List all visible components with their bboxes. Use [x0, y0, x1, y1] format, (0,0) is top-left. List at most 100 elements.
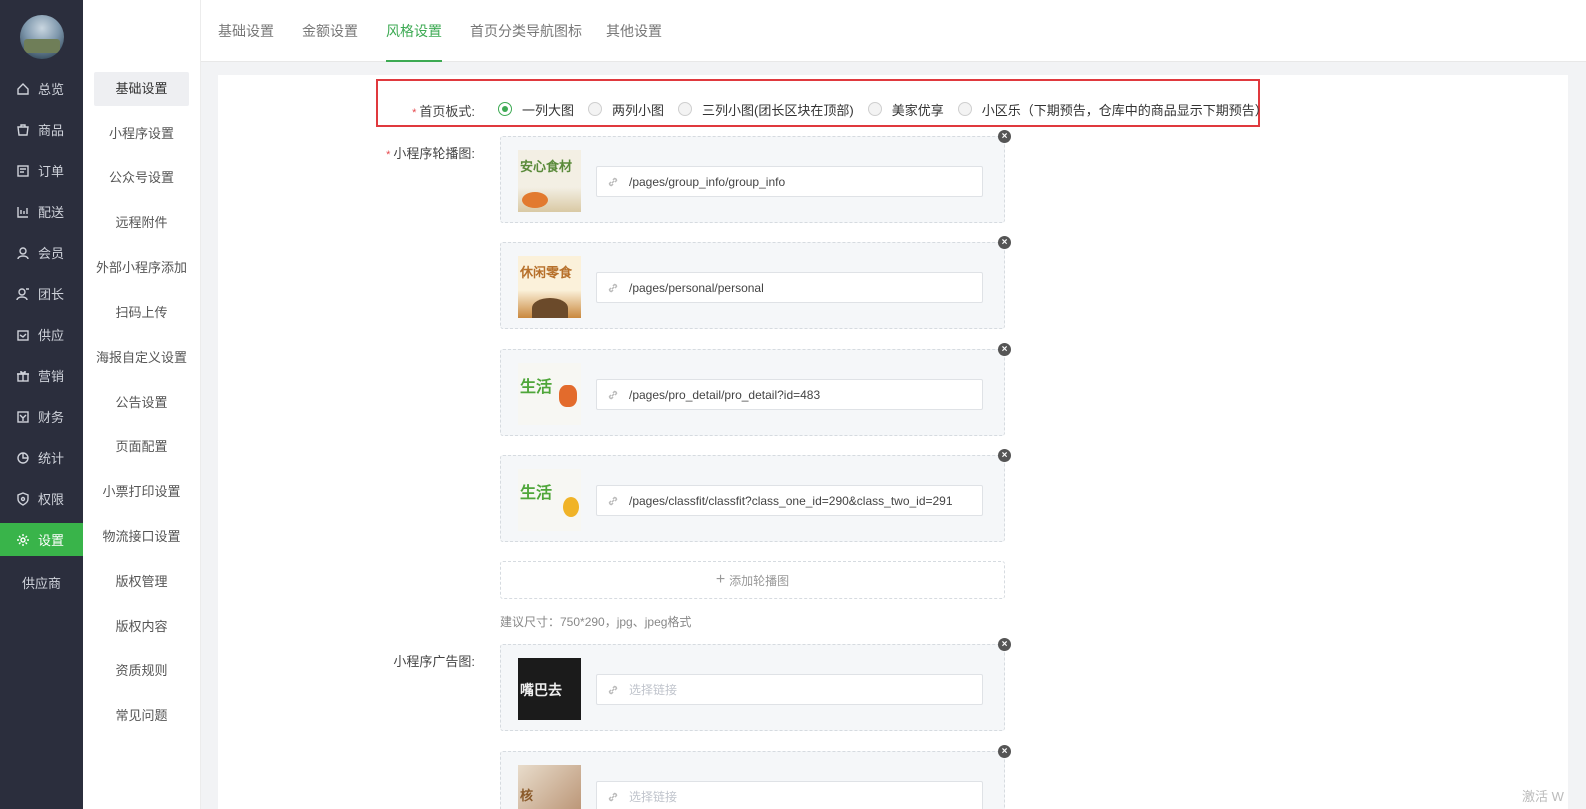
layout-label-text: 首页板式: — [419, 104, 475, 119]
remove-ad-button[interactable]: × — [998, 638, 1011, 651]
nav-item-supplier[interactable]: 供应商 — [0, 573, 83, 592]
link-input[interactable]: /pages/classfit/classfit?class_one_id=29… — [596, 485, 983, 516]
subnav-item-page-config[interactable]: 页面配置 — [94, 430, 189, 464]
subnav-item-official-account[interactable]: 公众号设置 — [94, 161, 189, 195]
subnav-item-external-miniprogram[interactable]: 外部小程序添加 — [94, 251, 189, 285]
remove-slide-button[interactable]: × — [998, 236, 1011, 249]
subnav-item-faq[interactable]: 常见问题 — [94, 699, 189, 733]
link-icon — [608, 496, 618, 505]
snack-illustration — [532, 298, 568, 318]
carousel-slide: 生活 /pages/classfit/classfit?class_one_id… — [500, 449, 1011, 542]
link-icon — [608, 685, 618, 694]
slide-thumbnail[interactable]: 生活 — [518, 363, 581, 425]
nav-label: 团长 — [38, 287, 65, 302]
nav-item-delivery[interactable]: 配送 — [0, 195, 83, 228]
nav-label: 财务 — [38, 410, 65, 425]
ad-thumbnail[interactable]: 核 — [518, 765, 581, 809]
radio-layout-double-small[interactable]: 两列小图 — [588, 100, 664, 119]
slide-thumbnail[interactable]: 休闲零食 — [518, 256, 581, 318]
nav-item-overview[interactable]: 总览 — [0, 72, 83, 105]
nav-item-supply[interactable]: 供应 — [0, 318, 83, 351]
stats-icon — [17, 451, 29, 464]
link-input[interactable]: /pages/personal/personal — [596, 272, 983, 303]
radio-layout-meijia[interactable]: 美家优享 — [867, 100, 944, 119]
link-placeholder: 选择链接 — [629, 790, 678, 804]
nav-item-stats[interactable]: 统计 — [0, 441, 83, 474]
required-mark: * — [386, 149, 391, 161]
nav-item-finance[interactable]: 财务 — [0, 400, 83, 433]
remove-slide-button[interactable]: × — [998, 449, 1011, 462]
subnav-item-scan-upload[interactable]: 扫码上传 — [94, 296, 189, 330]
nav-label: 会员 — [38, 246, 65, 261]
size-hint: 建议尺寸：750*290，jpg、jpeg格式 — [500, 615, 692, 629]
layout-radio-group: 一列大图 两列小图 三列小图(团长区块在顶部) 美家优享 小区乐（下期预告，仓库… — [498, 94, 1282, 124]
thumb-text: 休闲零食 — [520, 265, 573, 280]
gear-icon — [17, 533, 29, 546]
radio-layout-single-large[interactable]: 一列大图 — [498, 100, 574, 119]
subnav-item-copyright[interactable]: 版权管理 — [94, 565, 189, 599]
tab-other[interactable]: 其他设置 — [606, 0, 662, 62]
link-icon — [608, 283, 618, 292]
nav-item-marketing[interactable]: 营销 — [0, 359, 83, 392]
subnav-item-copyright-content[interactable]: 版权内容 — [94, 610, 189, 644]
link-input[interactable]: 选择链接 — [596, 781, 983, 809]
nav-item-leaders[interactable]: 团长 — [0, 277, 83, 310]
thumb-text: 生活 — [520, 485, 553, 502]
radio-label: 两列小图 — [612, 102, 665, 118]
slide-thumbnail[interactable]: 生活 — [518, 469, 581, 531]
subnav-item-qualification[interactable]: 资质规则 — [94, 654, 189, 688]
subnav-item-notice[interactable]: 公告设置 — [94, 386, 189, 420]
ad-label: 小程序广告图: — [393, 654, 475, 669]
tab-style[interactable]: 风格设置 — [386, 0, 442, 62]
nav-item-permissions[interactable]: 权限 — [0, 482, 83, 515]
settings-subnav: 基础设置 小程序设置 公众号设置 远程附件 外部小程序添加 扫码上传 海报自定义… — [83, 0, 201, 809]
required-mark: * — [412, 107, 417, 119]
nav-item-goods[interactable]: 商品 — [0, 113, 83, 146]
activation-watermark: 激活 W — [1522, 789, 1564, 804]
home-icon — [17, 82, 29, 95]
tab-amount[interactable]: 金额设置 — [302, 0, 358, 62]
nav-item-orders[interactable]: 订单 — [0, 154, 83, 187]
subnav-item-remote-attachment[interactable]: 远程附件 — [94, 206, 189, 240]
finance-icon — [17, 410, 29, 423]
tab-basic[interactable]: 基础设置 — [218, 0, 274, 62]
subnav-item-basic[interactable]: 基础设置 — [94, 72, 189, 106]
nav-label: 商品 — [38, 123, 65, 138]
subnav-item-receipt-print[interactable]: 小票打印设置 — [94, 475, 189, 509]
radio-unchecked-icon — [957, 102, 972, 116]
link-input[interactable]: /pages/group_info/group_info — [596, 166, 983, 197]
nav-label: 设置 — [38, 533, 65, 548]
radio-layout-xiaoqule[interactable]: 小区乐（下期预告，仓库中的商品显示下期预告） — [957, 100, 1268, 119]
nav-item-members[interactable]: 会员 — [0, 236, 83, 269]
avatar-logo[interactable] — [20, 15, 64, 59]
link-icon — [608, 390, 618, 399]
link-placeholder: 选择链接 — [629, 683, 678, 697]
tab-category-nav-icons[interactable]: 首页分类导航图标 — [470, 0, 582, 62]
subnav-item-poster[interactable]: 海报自定义设置 — [94, 341, 189, 375]
link-input[interactable]: 选择链接 — [596, 674, 983, 705]
radio-layout-triple-small[interactable]: 三列小图(团长区块在顶部) — [678, 100, 854, 119]
settings-tabs: 基础设置 金额设置 风格设置 首页分类导航图标 其他设置 — [201, 0, 1586, 62]
carousel-slide: 休闲零食 /pages/personal/personal × — [500, 236, 1011, 329]
add-carousel-button[interactable]: + 添加轮播图 — [500, 561, 1005, 599]
link-input[interactable]: /pages/pro_detail/pro_detail?id=483 — [596, 379, 983, 410]
supply-icon — [17, 329, 29, 341]
nav-label: 供应 — [38, 328, 65, 343]
nav-label: 配送 — [38, 205, 65, 220]
ad-slide: 嘴巴去 选择链接 × — [500, 638, 1011, 731]
subnav-item-miniprogram[interactable]: 小程序设置 — [94, 117, 189, 151]
vegetable-illustration — [559, 385, 577, 407]
radio-label: 美家优享 — [891, 102, 944, 118]
subnav-item-logistics[interactable]: 物流接口设置 — [94, 520, 189, 554]
radio-unchecked-icon — [867, 102, 882, 116]
remove-ad-button[interactable]: × — [998, 745, 1011, 758]
nav-item-settings[interactable]: 设置 — [0, 523, 83, 556]
ad-thumbnail[interactable]: 嘴巴去 — [518, 658, 581, 720]
nav-label: 营销 — [38, 369, 65, 384]
slide-thumbnail[interactable]: 安心食材 — [518, 150, 581, 212]
remove-slide-button[interactable]: × — [998, 130, 1011, 143]
thumb-text: 生活 — [520, 379, 553, 396]
remove-slide-button[interactable]: × — [998, 343, 1011, 356]
plus-icon: + — [715, 571, 726, 588]
carousel-label-text: 小程序轮播图: — [393, 146, 475, 161]
